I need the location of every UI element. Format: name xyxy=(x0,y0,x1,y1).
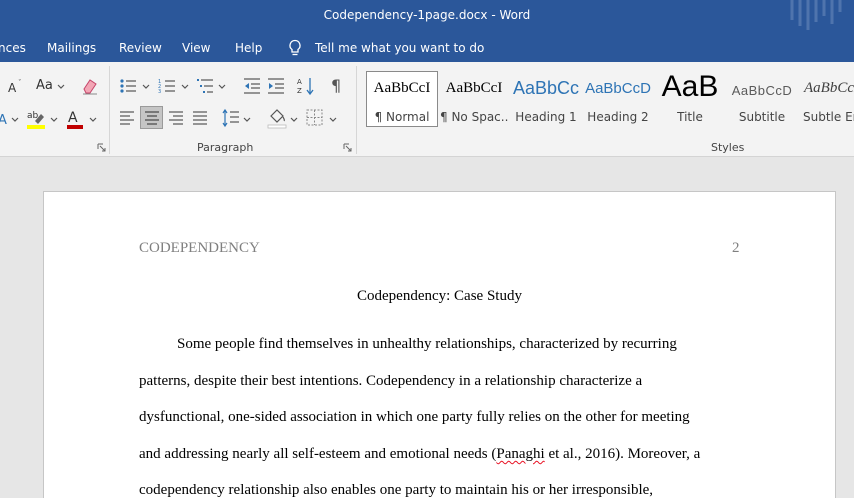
document-title[interactable]: Codependency: Case Study xyxy=(44,288,835,305)
chevron-down-icon[interactable] xyxy=(329,117,337,123)
style-heading-2[interactable]: AaBbCcD Heading 2 xyxy=(584,72,652,128)
bullets-icon[interactable] xyxy=(119,77,137,95)
svg-text:3: 3 xyxy=(158,89,161,95)
style-heading-1[interactable]: AaBbCc Heading 1 xyxy=(512,72,580,128)
styles-gallery: AaBbCcI ¶ Normal AaBbCcI ¶ No Spac... Aa… xyxy=(364,68,854,130)
style-normal[interactable]: AaBbCcI ¶ Normal xyxy=(366,71,438,127)
style-name: ¶ No Spac... xyxy=(440,110,508,124)
ribbon-tabs: nces Mailings Review View Help Tell me w… xyxy=(0,32,854,62)
paragraph-line[interactable]: and addressing nearly all self-esteem an… xyxy=(139,446,700,463)
style-preview: AaBbCcI xyxy=(445,80,503,96)
style-preview: AaBbCcI xyxy=(373,80,431,96)
paragraph-dialog-launcher-icon[interactable] xyxy=(343,143,352,152)
tell-me-search[interactable]: Tell me what you want to do xyxy=(315,41,484,55)
highlighter-icon[interactable]: ab xyxy=(26,108,48,130)
justify-icon[interactable] xyxy=(192,110,208,126)
shading-icon[interactable] xyxy=(267,107,287,129)
style-name: Heading 1 xyxy=(515,110,577,124)
style-preview: AaBbCc xyxy=(512,78,580,98)
group-divider xyxy=(356,66,357,154)
tab-review[interactable]: Review xyxy=(119,41,162,55)
style-preview: AaBbCcD xyxy=(585,80,651,97)
text-run: et al., 2016). Moreover, a xyxy=(544,446,701,462)
paragraph-line[interactable]: patterns, despite their best intentions.… xyxy=(139,373,642,390)
paragraph-line[interactable]: Some people find themselves in unhealthy… xyxy=(177,336,677,353)
window-title: Codependency-1page.docx - Word xyxy=(323,8,531,22)
svg-text:A: A xyxy=(297,78,302,86)
document-canvas[interactable]: CODEPENDENCY 2 Codependency: Case Study … xyxy=(0,157,854,498)
clear-formatting-icon[interactable] xyxy=(80,76,100,96)
paragraph-group-label: Paragraph xyxy=(197,141,254,154)
spelling-error-word[interactable]: Panaghi xyxy=(496,446,544,462)
chevron-down-icon[interactable] xyxy=(290,117,298,123)
page-number: 2 xyxy=(732,240,740,256)
chevron-down-icon[interactable] xyxy=(50,117,58,123)
title-bar: Codependency-1page.docx - Word xyxy=(0,0,854,32)
font-dialog-launcher-icon[interactable] xyxy=(97,143,106,152)
style-preview: AaBbCcD xyxy=(731,83,793,98)
style-name: ¶ Normal xyxy=(374,110,430,124)
align-center-icon xyxy=(145,111,159,125)
svg-text:Z: Z xyxy=(297,87,302,95)
document-page[interactable]: CODEPENDENCY 2 Codependency: Case Study … xyxy=(43,191,836,498)
sort-icon[interactable]: AZ xyxy=(297,76,315,96)
svg-text:A: A xyxy=(8,81,17,95)
show-formatting-marks-icon[interactable]: ¶ xyxy=(331,76,341,95)
increase-indent-icon[interactable] xyxy=(267,77,285,95)
chevron-down-icon[interactable] xyxy=(57,84,65,90)
chevron-down-icon[interactable] xyxy=(89,117,97,123)
decrease-indent-icon[interactable] xyxy=(243,77,261,95)
chevron-down-icon[interactable] xyxy=(243,117,251,123)
chevron-down-icon[interactable] xyxy=(218,84,226,90)
line-spacing-icon[interactable] xyxy=(222,108,240,128)
style-subtitle[interactable]: AaBbCcD Subtitle xyxy=(728,72,796,128)
change-case-button[interactable]: Aa xyxy=(36,78,53,93)
align-left-icon[interactable] xyxy=(119,110,135,126)
style-name: Heading 2 xyxy=(587,110,649,124)
lightbulb-icon[interactable] xyxy=(287,39,303,57)
group-divider xyxy=(109,66,110,154)
chevron-down-icon[interactable] xyxy=(142,84,150,90)
svg-text:A: A xyxy=(0,113,7,128)
shrink-font-icon[interactable]: A ˇ xyxy=(6,77,26,95)
style-preview: AaBbCcDi xyxy=(804,80,854,96)
style-no-spacing[interactable]: AaBbCcI ¶ No Spac... xyxy=(440,72,508,128)
svg-text:A: A xyxy=(68,110,78,126)
chevron-down-icon[interactable] xyxy=(181,84,189,90)
text-run: and addressing nearly all self-esteem an… xyxy=(139,446,497,462)
multilevel-list-icon[interactable] xyxy=(196,77,214,95)
paragraph-line[interactable]: dysfunctional, one-sided association in … xyxy=(139,409,690,426)
align-center-button[interactable] xyxy=(140,106,163,129)
style-name: Subtle Em... xyxy=(803,110,854,124)
paragraph-line[interactable]: codependency relationship also enables o… xyxy=(139,482,653,498)
tab-mailings[interactable]: Mailings xyxy=(47,41,96,55)
align-right-icon[interactable] xyxy=(168,110,184,126)
title-bar-pattern xyxy=(790,0,842,30)
tab-help[interactable]: Help xyxy=(235,41,262,55)
borders-icon[interactable] xyxy=(306,109,323,126)
numbering-icon[interactable]: 123 xyxy=(158,77,176,95)
running-head: CODEPENDENCY xyxy=(139,240,260,256)
styles-group-label: Styles xyxy=(711,141,745,154)
style-name: Subtitle xyxy=(738,110,786,124)
tab-references[interactable]: nces xyxy=(0,41,26,55)
style-preview: AaB xyxy=(661,72,719,103)
style-subtle-emphasis[interactable]: AaBbCcDi Subtle Em... xyxy=(800,72,854,128)
text-effects-icon[interactable]: A xyxy=(0,110,20,128)
svg-text:ˇ: ˇ xyxy=(18,79,22,87)
font-color-icon[interactable]: A xyxy=(65,108,85,130)
ribbon: A ˇ Aa A ab A 1 2 3 A Z ¶ Paragraph AaBb… xyxy=(0,62,854,157)
style-title[interactable]: AaB Title xyxy=(656,72,724,128)
style-name: Title xyxy=(677,110,703,124)
tab-view[interactable]: View xyxy=(182,41,210,55)
